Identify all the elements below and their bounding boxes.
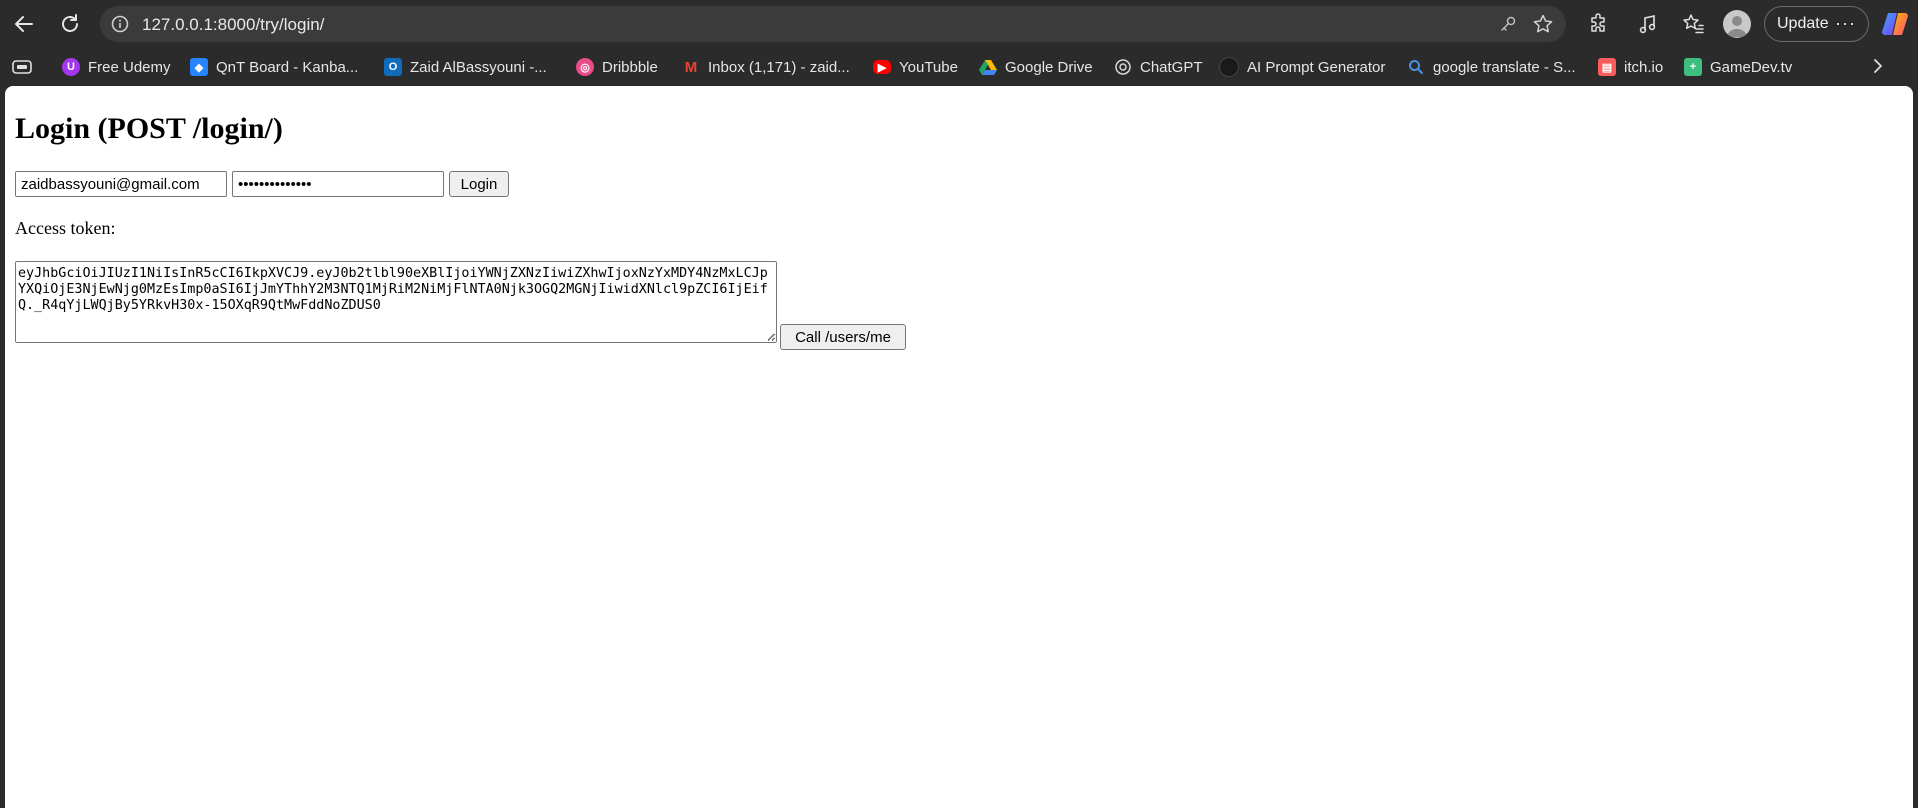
gamedev-icon: + [1684, 58, 1702, 76]
outlook-icon: O [384, 58, 402, 76]
bookmark-label: Free Udemy [88, 58, 171, 76]
itchio-icon: ▤ [1598, 58, 1616, 76]
chatgpt-icon [1115, 59, 1131, 75]
back-button[interactable] [6, 6, 42, 42]
page-title: Login (POST /login/) [15, 112, 283, 145]
bookmark-qnt-board[interactable]: ◆ QnT Board - Kanba... [190, 48, 358, 86]
more-options-icon[interactable]: ··· [1835, 13, 1856, 34]
youtube-icon: ▶ [873, 60, 891, 74]
password-key-icon[interactable] [1498, 14, 1518, 34]
search-icon [1409, 60, 1423, 74]
bookmark-gmail[interactable]: M Inbox (1,171) - zaid... [682, 48, 850, 86]
refresh-button[interactable] [52, 6, 88, 42]
address-bar[interactable]: 127.0.0.1:8000/try/login/ [100, 6, 1566, 42]
bookmark-label: ChatGPT [1140, 58, 1203, 76]
bookmark-free-udemy[interactable]: U Free Udemy [62, 48, 171, 86]
bookmark-youtube[interactable]: ▶ YouTube [873, 48, 958, 86]
bookmarks-bar: U Free Udemy ◆ QnT Board - Kanba... O Za… [0, 48, 1918, 86]
bookmark-label: Inbox (1,171) - zaid... [708, 58, 850, 76]
refresh-icon [62, 14, 78, 32]
access-token-label: Access token: [15, 218, 116, 238]
bookmark-label: QnT Board - Kanba... [216, 58, 359, 76]
site-info-icon[interactable] [110, 14, 130, 34]
bookmark-dribbble[interactable]: ◎ Dribbble [576, 48, 658, 86]
bookmark-chatgpt[interactable]: ChatGPT [1114, 48, 1203, 86]
access-token-textarea[interactable]: eyJhbGciOiJIUzI1NiIsInR5cCI6IkpXVCJ9.eyJ… [15, 261, 777, 343]
media-button[interactable] [1634, 10, 1662, 38]
page-content: Login (POST /login/) Login Access token:… [5, 86, 1913, 808]
chevron-right-icon[interactable] [1868, 56, 1888, 76]
bookmark-gamedev[interactable]: + GameDev.tv [1684, 48, 1792, 86]
bookmark-label: Google Drive [1005, 58, 1093, 76]
bookmark-google-drive[interactable]: Google Drive [979, 48, 1093, 86]
url-text[interactable]: 127.0.0.1:8000/try/login/ [142, 15, 324, 35]
bookmark-label: Zaid AlBassyouni -... [410, 58, 547, 76]
password-field[interactable] [232, 171, 444, 197]
favorites-list-icon [1683, 14, 1704, 34]
email-field[interactable] [15, 171, 227, 197]
collections-icon[interactable] [11, 57, 33, 77]
bookmark-label: YouTube [899, 58, 958, 76]
puzzle-icon [1591, 13, 1605, 32]
browser-toolbar: 127.0.0.1:8000/try/login/ Update ··· [0, 0, 1918, 48]
bookmark-label: itch.io [1624, 58, 1664, 76]
bookmark-ai-prompt-generator[interactable]: AI Prompt Generator [1219, 48, 1385, 86]
gmail-icon: M [684, 58, 698, 76]
copilot-icon[interactable] [1880, 9, 1910, 39]
extensions-button[interactable] [1585, 10, 1613, 38]
bookmark-google-translate[interactable]: google translate - S... [1407, 48, 1576, 86]
bookmark-outlook[interactable]: O Zaid AlBassyouni -... [384, 48, 547, 86]
favorite-star-icon[interactable] [1532, 13, 1554, 35]
bookmark-label: google translate - S... [1433, 58, 1576, 76]
jira-icon: ◆ [190, 58, 208, 76]
favorites-button[interactable] [1679, 10, 1707, 38]
update-button[interactable]: Update ··· [1764, 6, 1869, 42]
resize-grip-icon[interactable] [765, 331, 775, 341]
update-label: Update [1777, 15, 1829, 32]
bookmark-label: AI Prompt Generator [1247, 58, 1386, 76]
ai-prompt-icon [1219, 57, 1239, 77]
bookmark-itchio[interactable]: ▤ itch.io [1598, 48, 1663, 86]
bookmark-label: GameDev.tv [1710, 58, 1793, 76]
person-icon [1727, 16, 1747, 37]
bookmark-label: Dribbble [602, 58, 658, 76]
dribbble-icon: ◎ [576, 58, 594, 76]
udemy-icon: U [62, 58, 80, 76]
media-note-icon [1639, 15, 1656, 34]
back-arrow-icon [15, 16, 33, 32]
google-drive-icon [979, 60, 997, 75]
profile-avatar[interactable] [1723, 10, 1751, 38]
call-users-me-button[interactable]: Call /users/me [780, 324, 906, 350]
login-button[interactable]: Login [449, 171, 509, 197]
